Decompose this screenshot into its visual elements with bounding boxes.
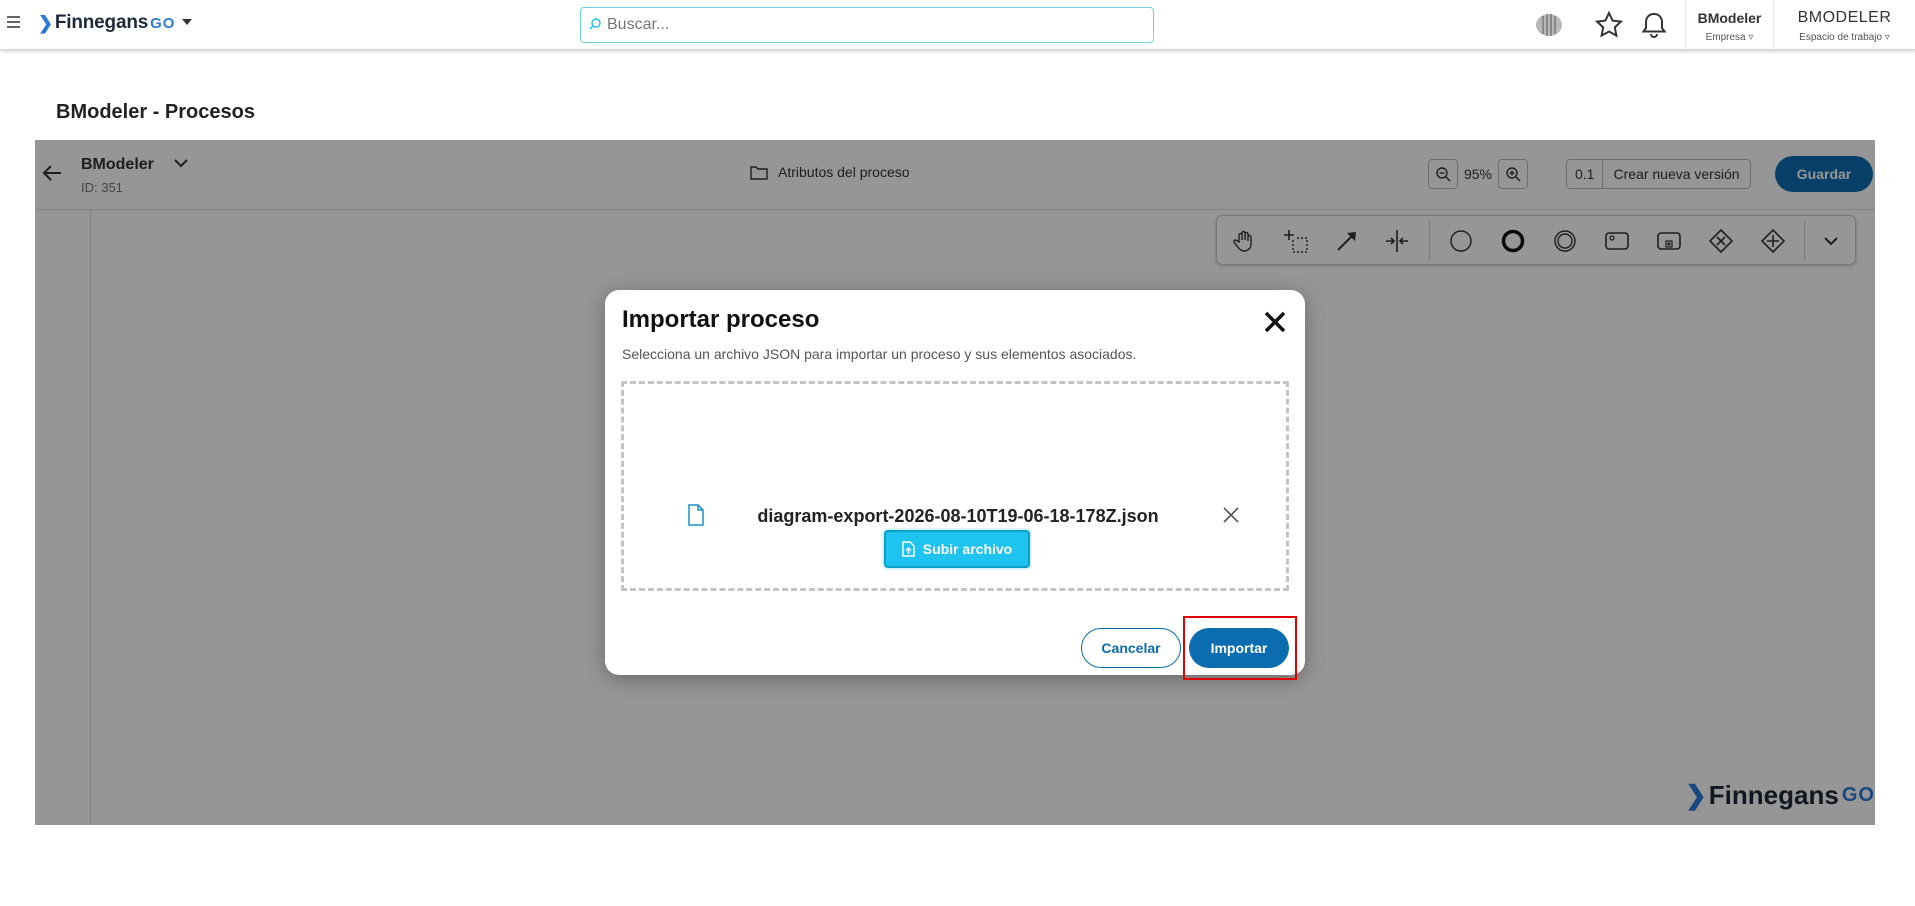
app-switcher-caret-icon[interactable] (182, 19, 192, 25)
company-selector[interactable]: BModeler Empresa ▿ (1685, 0, 1773, 50)
dialog-description: Selecciona un archivo JSON para importar… (622, 346, 1137, 362)
workspace-label: Espacio de trabajo ▿ (1799, 32, 1890, 43)
upload-file-label: Subir archivo (922, 541, 1013, 557)
company-name: BModeler (1697, 10, 1762, 26)
menu-icon[interactable] (7, 16, 20, 28)
remove-file-icon[interactable] (1221, 505, 1241, 525)
search-input[interactable] (607, 8, 1137, 42)
logo-suffix: GO (150, 14, 176, 32)
app-logo[interactable]: ❯ Finnegans GO (38, 12, 175, 34)
workspace-selector[interactable]: BMODELER Espacio de trabajo ▿ (1773, 0, 1915, 50)
upload-file-button[interactable]: Subir archivo (884, 530, 1030, 568)
brain-icon[interactable] (1534, 10, 1564, 40)
logo-text: Finnegans (54, 12, 149, 33)
bell-icon[interactable] (1639, 10, 1669, 40)
company-label: Empresa ▿ (1705, 32, 1754, 43)
star-icon[interactable] (1594, 10, 1624, 40)
selected-file-name: diagram-export-2026-08-10T19-06-18-178Z.… (757, 506, 1159, 526)
workspace-name: BMODELER (1797, 9, 1892, 26)
import-button-highlight (1183, 616, 1297, 680)
file-dropzone[interactable]: diagram-export-2026-08-10T19-06-18-178Z.… (621, 381, 1289, 591)
top-bar: ❯ Finnegans GO BModeler Empresa ▿ BMODEL… (0, 0, 1915, 50)
page-title: BModeler - Procesos (56, 101, 255, 123)
cancel-button[interactable]: Cancelar (1081, 628, 1181, 668)
upload-file-icon (902, 541, 915, 557)
dialog-title: Importar proceso (622, 306, 820, 333)
search-box[interactable] (580, 7, 1154, 43)
close-icon[interactable] (1261, 308, 1289, 336)
logo-chevron-icon: ❯ (38, 12, 53, 33)
search-icon (589, 18, 601, 30)
